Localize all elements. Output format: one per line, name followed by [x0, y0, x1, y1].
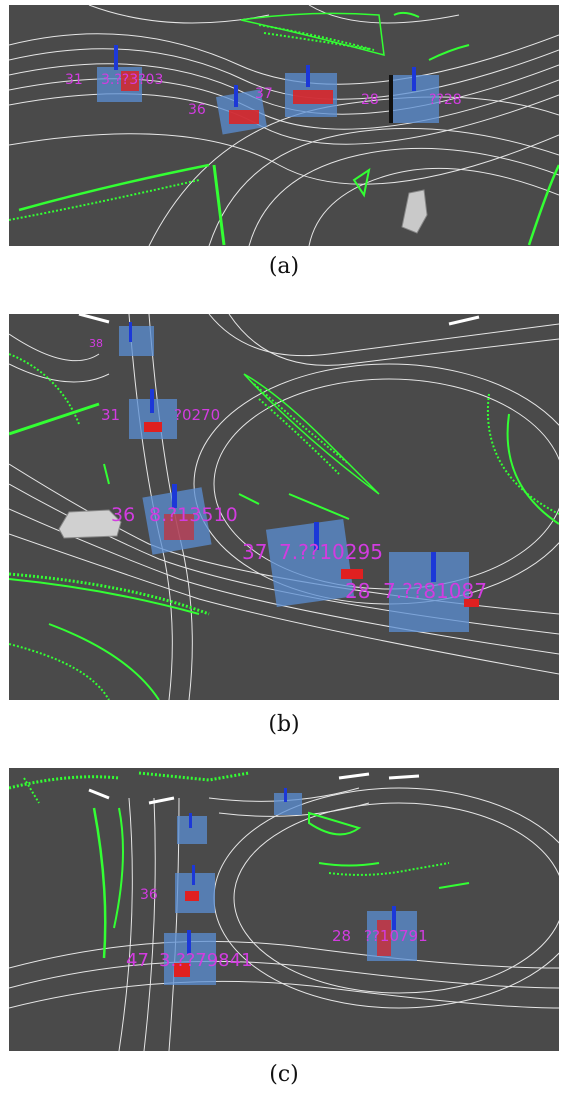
label-a-1: 3.??3?03 — [101, 72, 163, 88]
label-b-2: ?0270 — [174, 406, 220, 424]
label-b-7: 28 — [345, 579, 370, 603]
label-b-1: 31 — [101, 406, 120, 424]
label-c-1: 47 — [126, 950, 149, 971]
panel-b: 38 31 ?0270 36 8.?13510 37 7.??10295 28 … — [9, 314, 559, 700]
scene-c: 36 47 3.??79841 28 ??10791 — [9, 768, 559, 1051]
bbox-c-small — [177, 813, 207, 844]
label-a-3: 37 — [255, 86, 273, 102]
label-c-4: ??10791 — [364, 927, 428, 945]
panel-a: 31 3.??3?03 36 37 28 ??28 — [9, 5, 559, 246]
label-b-4: 8.?13510 — [149, 504, 238, 526]
label-a-2: 36 — [188, 102, 206, 118]
label-c-0: 36 — [140, 887, 158, 903]
label-b-0: 38 — [89, 337, 103, 350]
label-a-4: 28 — [361, 92, 379, 108]
caption-c: (c) — [269, 1062, 299, 1087]
label-c-3: 28 — [332, 927, 351, 945]
label-a-5: ??28 — [429, 92, 462, 108]
label-b-8: 7.??81087 — [383, 579, 487, 603]
label-a-0: 31 — [65, 72, 83, 88]
label-b-6: 7.??10295 — [279, 540, 383, 564]
bbox-b-38 — [119, 322, 154, 356]
scene-a: 31 3.??3?03 36 37 28 ??28 — [9, 5, 559, 246]
caption-b: (b) — [268, 712, 300, 737]
label-b-3: 36 — [111, 504, 135, 526]
panel-c: 36 47 3.??79841 28 ??10791 — [9, 768, 559, 1051]
label-c-2: 3.??79841 — [159, 950, 253, 971]
caption-a: (a) — [268, 254, 300, 279]
scene-b: 38 31 ?0270 36 8.?13510 37 7.??10295 28 … — [9, 314, 559, 700]
label-b-5: 37 — [242, 540, 267, 564]
